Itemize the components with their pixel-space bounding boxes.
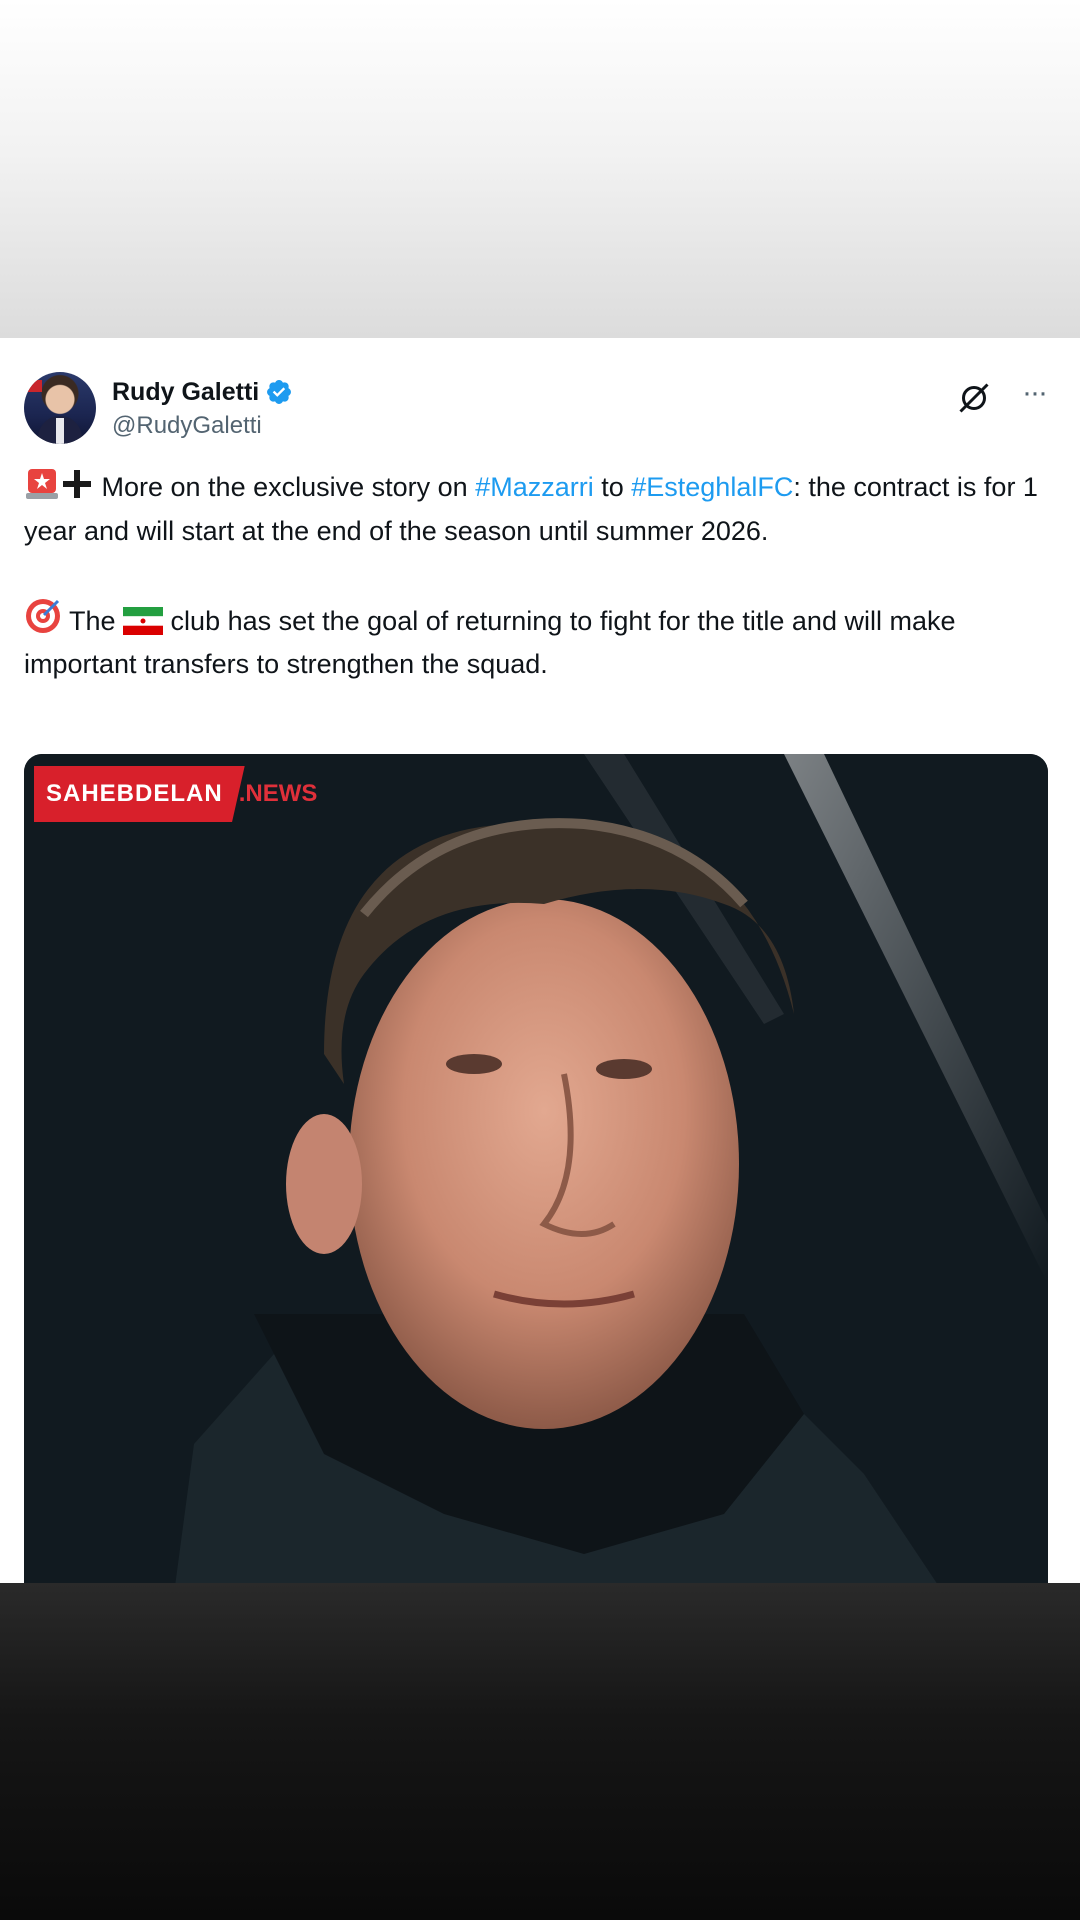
paragraph-1-text-a: More on the exclusive story on bbox=[94, 472, 476, 502]
top-background bbox=[0, 0, 1080, 338]
avatar[interactable] bbox=[24, 372, 96, 444]
grok-icon[interactable] bbox=[956, 380, 992, 416]
tweet-body: More on the exclusive story on #Mazzarri… bbox=[24, 466, 1044, 687]
verified-badge-icon bbox=[267, 380, 292, 404]
iran-flag-emoji bbox=[123, 606, 164, 635]
paragraph-2-text-b: club has set the goal of returning to fi… bbox=[24, 605, 956, 680]
tweet-header: Rudy Galetti @RudyGaletti ··· bbox=[24, 372, 1056, 452]
author-handle[interactable]: @RudyGaletti bbox=[112, 412, 293, 440]
story-page: Rudy Galetti @RudyGaletti ··· More on th… bbox=[0, 0, 1080, 1920]
tweet-media-photo[interactable]: SAHEBDELAN .NEWS bbox=[24, 754, 1048, 1583]
heavy-plus-emoji bbox=[63, 470, 91, 498]
author-display-name[interactable]: Rudy Galetti bbox=[112, 378, 259, 407]
paragraph-1-text-b: to bbox=[593, 472, 632, 502]
rotating-light-emoji bbox=[26, 469, 58, 499]
hashtag-mazzarri[interactable]: #Mazzarri bbox=[475, 472, 594, 502]
watermark-suffix: .NEWS bbox=[238, 780, 318, 807]
author-block: Rudy Galetti @RudyGaletti bbox=[112, 376, 293, 440]
bottom-background bbox=[0, 1583, 1080, 1920]
tweet-paragraph-1: More on the exclusive story on #Mazzarri… bbox=[24, 466, 1044, 553]
watermark-logo: SAHEBDELAN .NEWS bbox=[34, 762, 317, 826]
watermark-main: SAHEBDELAN bbox=[34, 766, 245, 822]
hashtag-esteghlalfc[interactable]: #EsteghlalFC bbox=[631, 472, 793, 502]
tweet-card[interactable]: Rudy Galetti @RudyGaletti ··· More on th… bbox=[0, 338, 1080, 1583]
paragraph-2-text-a: The bbox=[62, 605, 124, 636]
tweet-paragraph-2: The club has set the goal of returning t… bbox=[24, 597, 1044, 687]
coach-portrait-image bbox=[24, 754, 1048, 1583]
direct-hit-emoji bbox=[26, 598, 60, 633]
more-options-icon[interactable]: ··· bbox=[1014, 378, 1054, 412]
